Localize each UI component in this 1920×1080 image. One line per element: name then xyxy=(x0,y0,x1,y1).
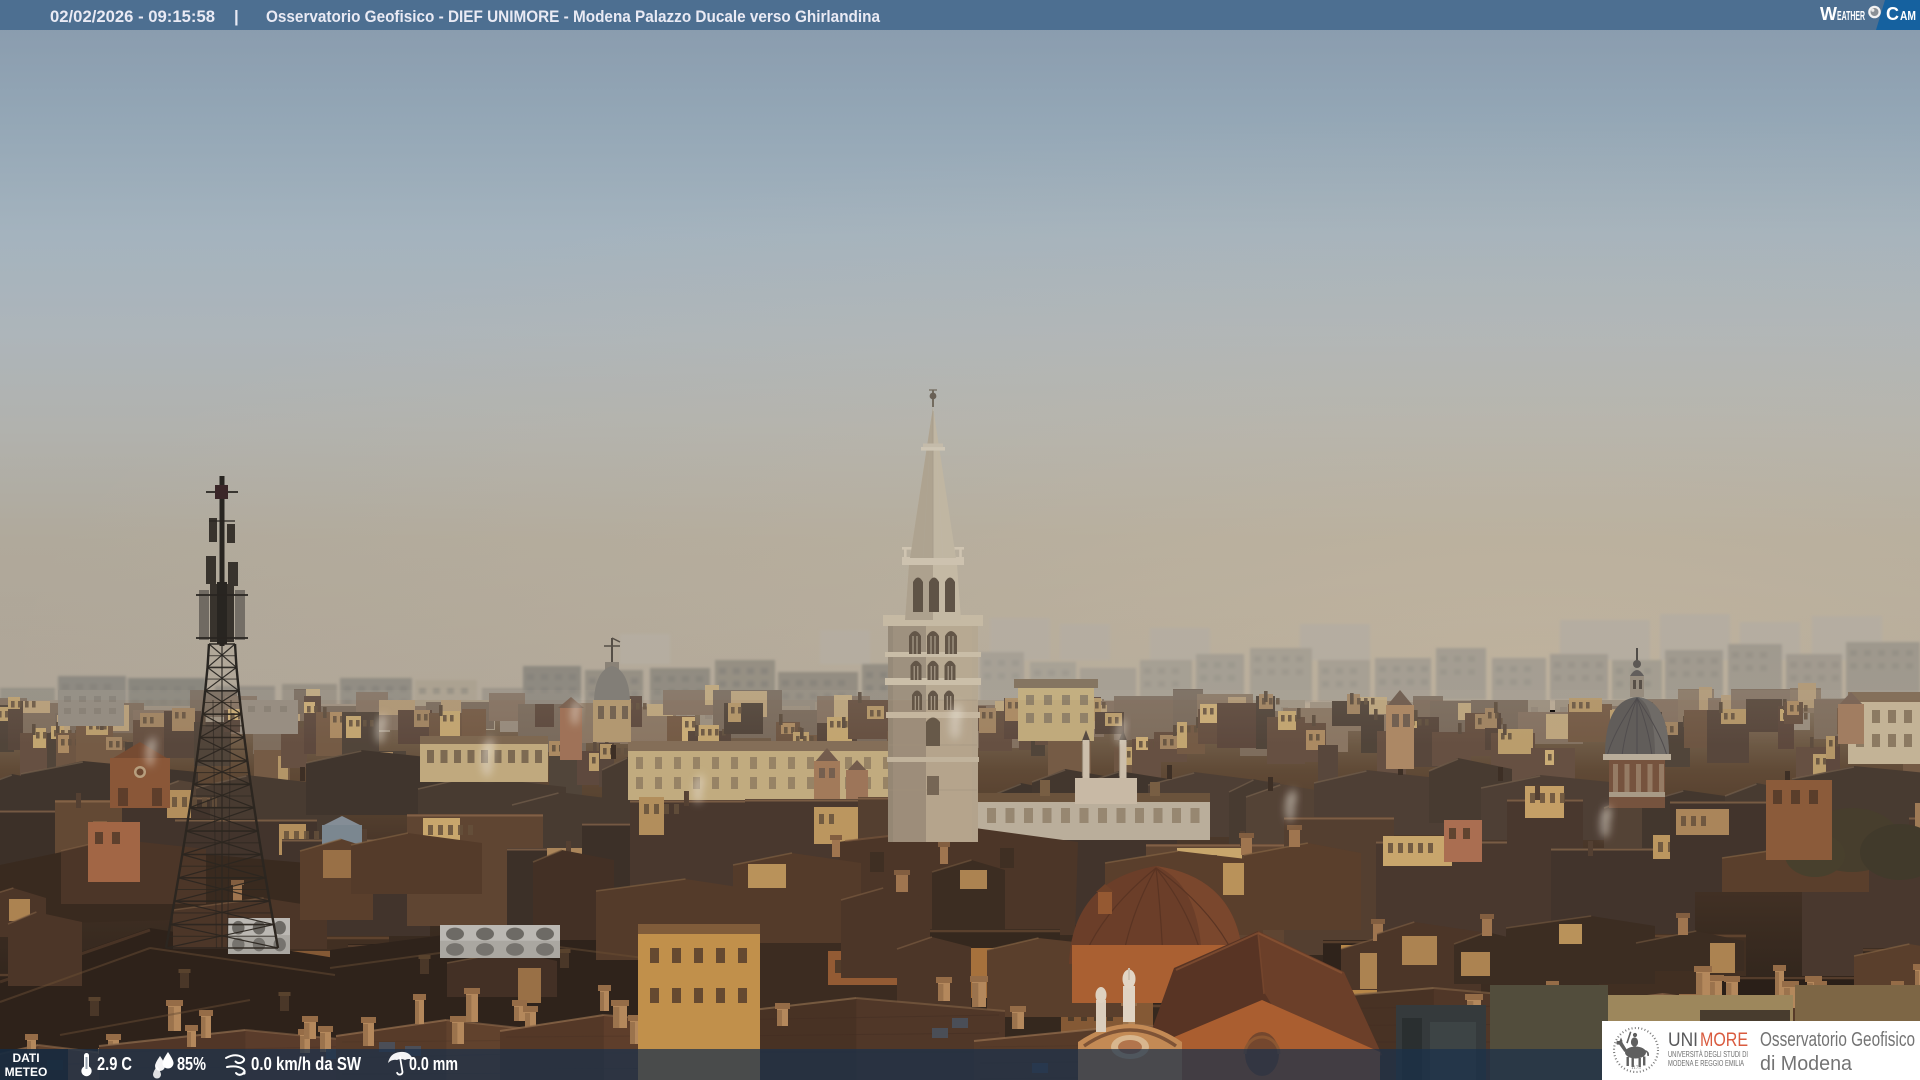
svg-text:UNIVERSITÀ DEGLI STUDI DI: UNIVERSITÀ DEGLI STUDI DI xyxy=(1668,1050,1748,1059)
svg-text:MODENA E REGGIO EMILIA: MODENA E REGGIO EMILIA xyxy=(1668,1059,1744,1068)
svg-text:AM: AM xyxy=(1900,9,1916,23)
svg-text:1175: 1175 xyxy=(1631,1066,1641,1071)
svg-text:di Modena: di Modena xyxy=(1760,1053,1853,1075)
svg-text:Osservatorio Geofisico: Osservatorio Geofisico xyxy=(1760,1029,1915,1051)
svg-text:0.0 km/h da SW: 0.0 km/h da SW xyxy=(251,1054,361,1074)
svg-text:W: W xyxy=(1820,4,1837,24)
svg-text:Osservatorio Geofisico - DIEF: Osservatorio Geofisico - DIEF UNIMORE - … xyxy=(266,7,880,26)
svg-text:0.0 mm: 0.0 mm xyxy=(409,1054,458,1074)
svg-text:METEO: METEO xyxy=(5,1065,48,1079)
svg-text:2.9 C: 2.9 C xyxy=(97,1054,132,1074)
svg-text:EATHER: EATHER xyxy=(1837,9,1865,23)
svg-text:MORE: MORE xyxy=(1700,1030,1748,1051)
svg-text:02/02/2026 - 09:15:58: 02/02/2026 - 09:15:58 xyxy=(50,7,215,26)
svg-text:UNI: UNI xyxy=(1668,1030,1698,1051)
svg-text:85%: 85% xyxy=(177,1054,206,1074)
svg-text:C: C xyxy=(1886,4,1899,24)
svg-text:DATI: DATI xyxy=(12,1051,39,1065)
svg-text:|: | xyxy=(234,7,239,26)
